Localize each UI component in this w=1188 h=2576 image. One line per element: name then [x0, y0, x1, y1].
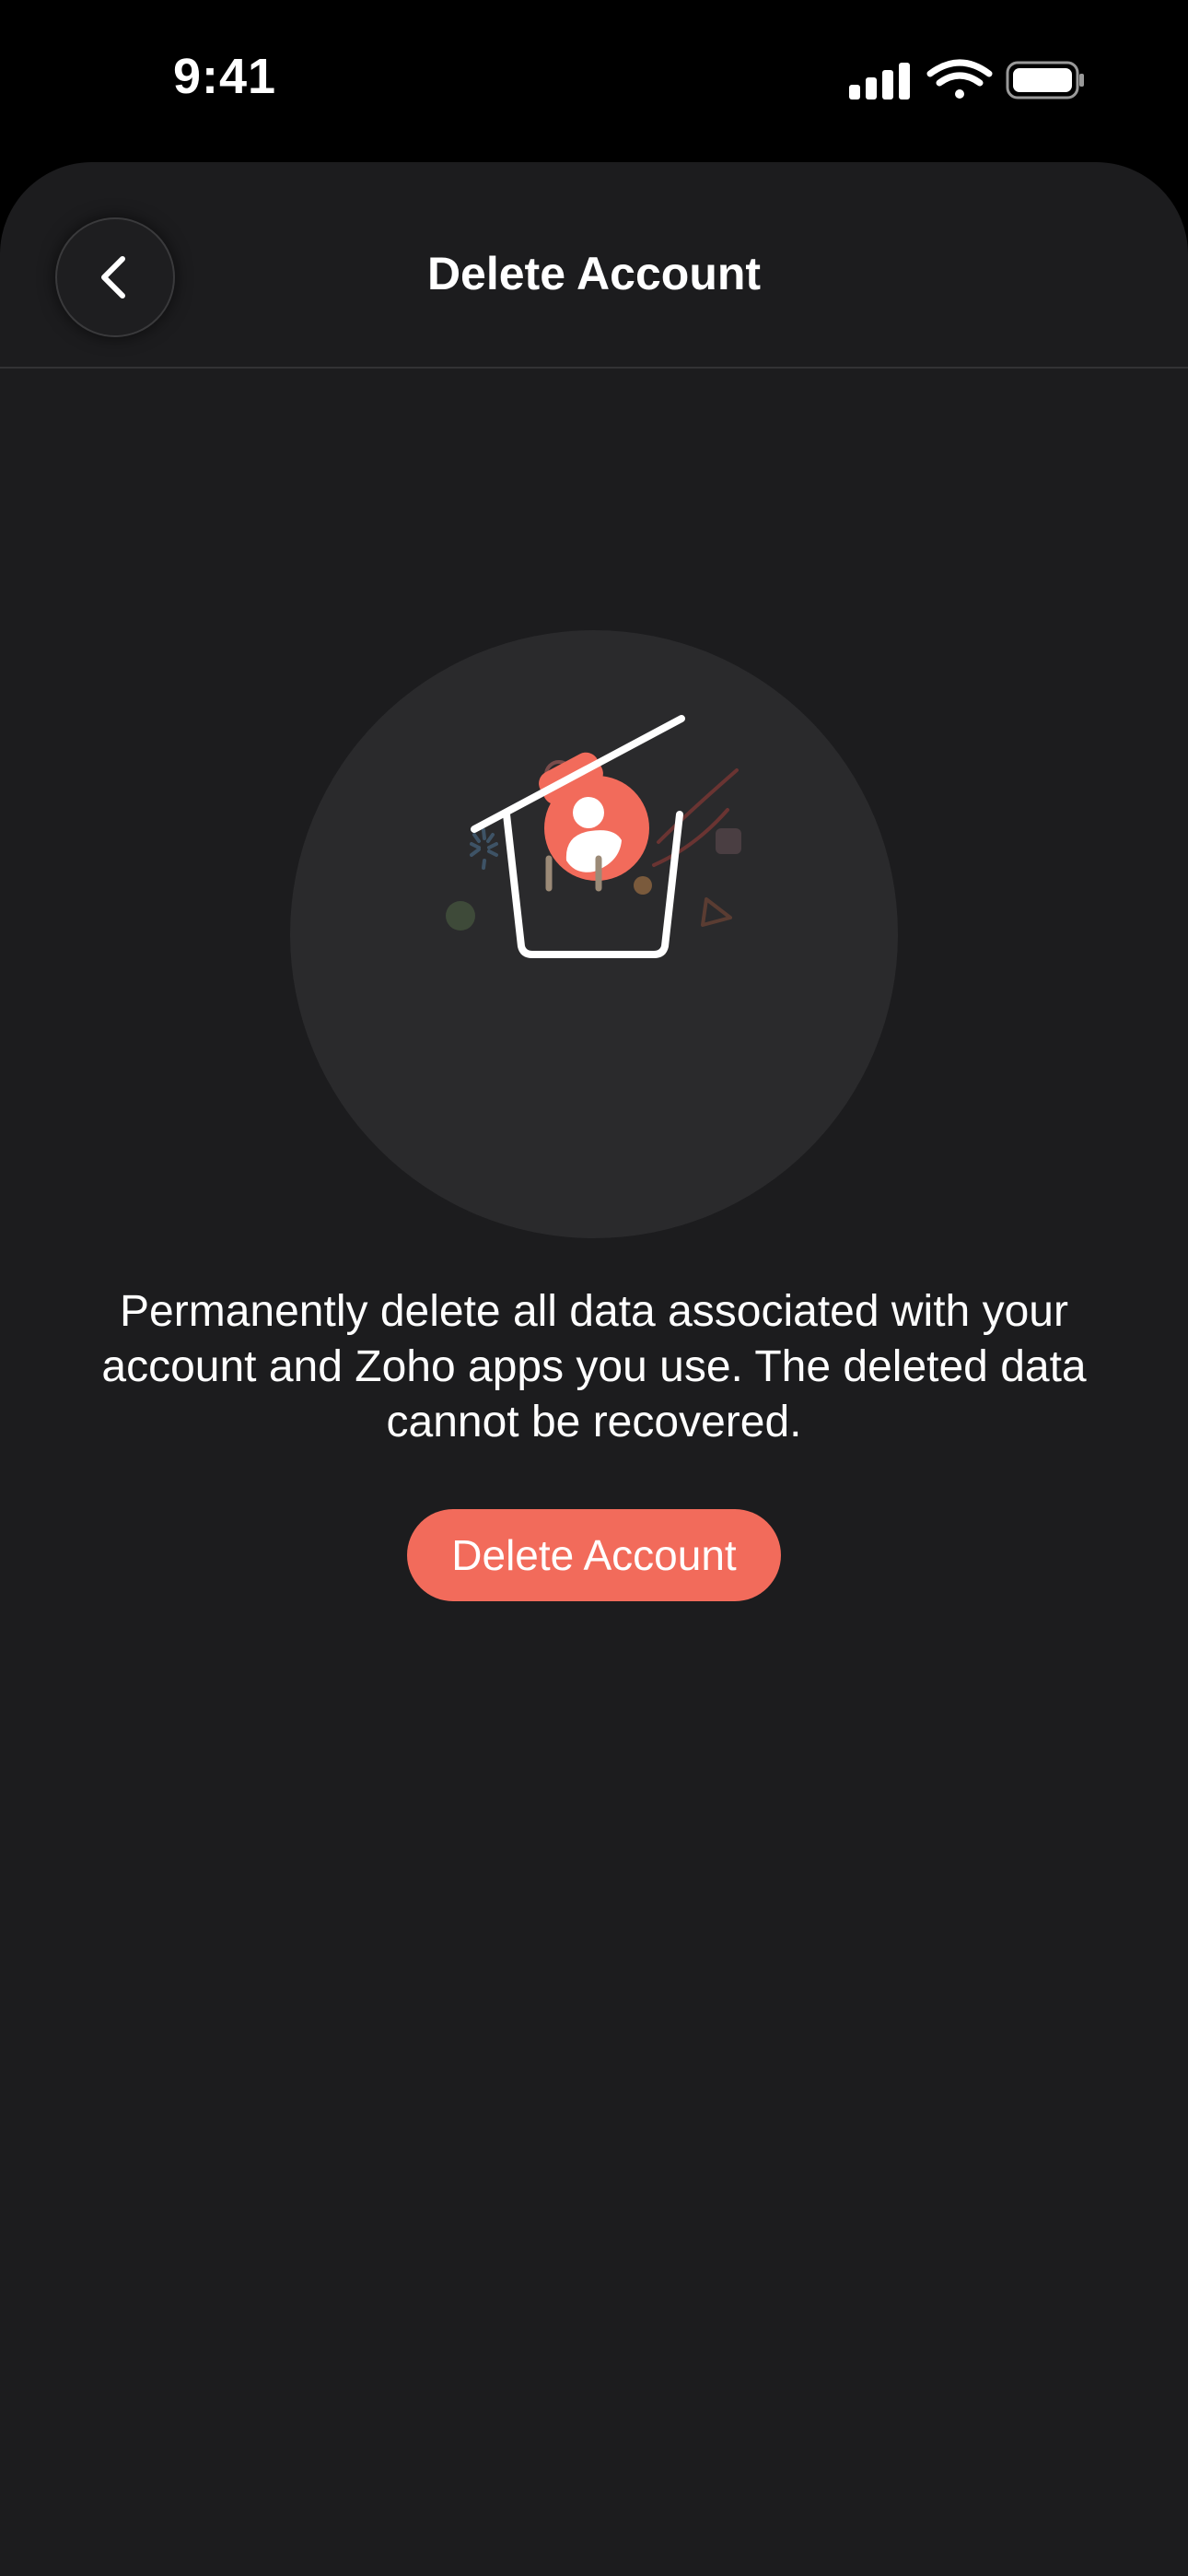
page-title: Delete Account: [426, 248, 762, 299]
cellular-signal-icon: [849, 63, 910, 100]
status-icons: [845, 57, 1085, 103]
battery-icon: [1006, 61, 1084, 100]
wifi-icon: [926, 59, 993, 99]
delete-account-button[interactable]: Delete Account: [407, 1509, 781, 1601]
delete-account-sheet: Delete Account Permanently delete all da…: [0, 162, 1188, 2576]
trash-with-user-icon: [446, 715, 741, 958]
nav-header: Delete Account: [0, 162, 1188, 369]
status-time: 9:41: [173, 49, 277, 104]
status-bar: 9:41: [0, 0, 1188, 162]
illustration: [290, 630, 898, 1238]
delete-description: Permanently delete all data associated w…: [101, 1287, 1087, 1446]
